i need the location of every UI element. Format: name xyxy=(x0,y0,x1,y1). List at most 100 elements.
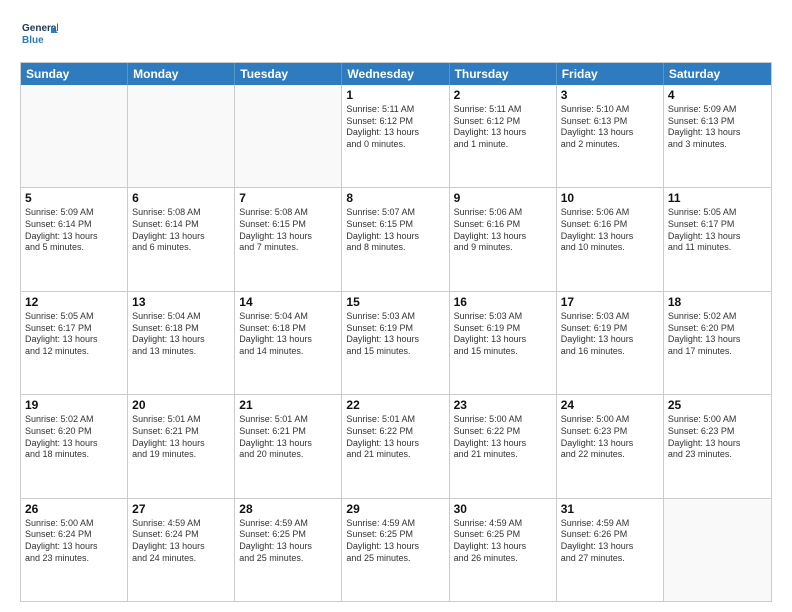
cal-cell: 10 Sunrise: 5:06 AMSunset: 6:16 PMDayligh… xyxy=(557,188,664,290)
cal-cell: 28 Sunrise: 4:59 AMSunset: 6:25 PMDayligh… xyxy=(235,499,342,601)
cal-cell: 9 Sunrise: 5:06 AMSunset: 6:16 PMDaylight… xyxy=(450,188,557,290)
day-number: 16 xyxy=(454,295,552,309)
day-number: 19 xyxy=(25,398,123,412)
calendar-body: 1 Sunrise: 5:11 AMSunset: 6:12 PMDaylight… xyxy=(21,85,771,601)
logo: General Blue xyxy=(20,16,58,54)
cell-info: Sunrise: 5:06 AMSunset: 6:16 PMDaylight:… xyxy=(454,207,552,254)
day-number: 1 xyxy=(346,88,444,102)
cal-header-wednesday: Wednesday xyxy=(342,63,449,85)
day-number: 10 xyxy=(561,191,659,205)
cal-cell: 2 Sunrise: 5:11 AMSunset: 6:12 PMDaylight… xyxy=(450,85,557,187)
cal-cell: 5 Sunrise: 5:09 AMSunset: 6:14 PMDaylight… xyxy=(21,188,128,290)
cell-info: Sunrise: 5:01 AMSunset: 6:22 PMDaylight:… xyxy=(346,414,444,461)
day-number: 6 xyxy=(132,191,230,205)
day-number: 15 xyxy=(346,295,444,309)
cal-cell: 30 Sunrise: 4:59 AMSunset: 6:25 PMDayligh… xyxy=(450,499,557,601)
cal-cell: 24 Sunrise: 5:00 AMSunset: 6:23 PMDayligh… xyxy=(557,395,664,497)
day-number: 18 xyxy=(668,295,767,309)
cal-cell: 23Sunrise: 5:00 AMSunset: 6:22 PMDayligh… xyxy=(450,395,557,497)
cal-header-tuesday: Tuesday xyxy=(235,63,342,85)
cell-info: Sunrise: 5:01 AMSunset: 6:21 PMDaylight:… xyxy=(239,414,337,461)
cell-info: Sunrise: 5:07 AMSunset: 6:15 PMDaylight:… xyxy=(346,207,444,254)
cell-info: Sunrise: 5:00 AMSunset: 6:24 PMDaylight:… xyxy=(25,518,123,565)
calendar-header: SundayMondayTuesdayWednesdayThursdayFrid… xyxy=(21,63,771,85)
cal-cell: 19 Sunrise: 5:02 AMSunset: 6:20 PMDayligh… xyxy=(21,395,128,497)
cell-info: Sunrise: 4:59 AMSunset: 6:24 PMDaylight:… xyxy=(132,518,230,565)
cal-cell xyxy=(128,85,235,187)
day-number: 30 xyxy=(454,502,552,516)
day-number: 5 xyxy=(25,191,123,205)
cell-info: Sunrise: 5:04 AMSunset: 6:18 PMDaylight:… xyxy=(239,311,337,358)
day-number: 4 xyxy=(668,88,767,102)
cal-week-2: 5 Sunrise: 5:09 AMSunset: 6:14 PMDaylight… xyxy=(21,188,771,291)
cell-info: Sunrise: 5:03 AMSunset: 6:19 PMDaylight:… xyxy=(346,311,444,358)
cell-info: Sunrise: 5:06 AMSunset: 6:16 PMDaylight:… xyxy=(561,207,659,254)
day-number: 28 xyxy=(239,502,337,516)
cal-cell: 8 Sunrise: 5:07 AMSunset: 6:15 PMDaylight… xyxy=(342,188,449,290)
day-number: 22 xyxy=(346,398,444,412)
cell-info: Sunrise: 5:01 AMSunset: 6:21 PMDaylight:… xyxy=(132,414,230,461)
cell-info: Sunrise: 5:08 AMSunset: 6:14 PMDaylight:… xyxy=(132,207,230,254)
cal-cell: 27 Sunrise: 4:59 AMSunset: 6:24 PMDayligh… xyxy=(128,499,235,601)
cal-week-4: 19 Sunrise: 5:02 AMSunset: 6:20 PMDayligh… xyxy=(21,395,771,498)
day-number: 24 xyxy=(561,398,659,412)
cal-cell: 15 Sunrise: 5:03 AMSunset: 6:19 PMDayligh… xyxy=(342,292,449,394)
cal-cell: 20Sunrise: 5:01 AMSunset: 6:21 PMDayligh… xyxy=(128,395,235,497)
day-number: 12 xyxy=(25,295,123,309)
cal-cell: 6 Sunrise: 5:08 AMSunset: 6:14 PMDaylight… xyxy=(128,188,235,290)
cell-info: Sunrise: 5:05 AMSunset: 6:17 PMDaylight:… xyxy=(668,207,767,254)
cal-header-friday: Friday xyxy=(557,63,664,85)
day-number: 27 xyxy=(132,502,230,516)
cal-cell: 25 Sunrise: 5:00 AMSunset: 6:23 PMDayligh… xyxy=(664,395,771,497)
cell-info: Sunrise: 5:08 AMSunset: 6:15 PMDaylight:… xyxy=(239,207,337,254)
cell-info: Sunrise: 5:09 AMSunset: 6:13 PMDaylight:… xyxy=(668,104,767,151)
cal-cell: 11Sunrise: 5:05 AMSunset: 6:17 PMDayligh… xyxy=(664,188,771,290)
logo-icon: General Blue xyxy=(20,16,58,54)
page: General Blue SundayMondayTuesdayWednesda… xyxy=(0,0,792,612)
day-number: 9 xyxy=(454,191,552,205)
cal-cell: 26 Sunrise: 5:00 AMSunset: 6:24 PMDayligh… xyxy=(21,499,128,601)
day-number: 8 xyxy=(346,191,444,205)
cal-cell xyxy=(235,85,342,187)
cal-week-1: 1 Sunrise: 5:11 AMSunset: 6:12 PMDaylight… xyxy=(21,85,771,188)
cell-info: Sunrise: 4:59 AMSunset: 6:25 PMDaylight:… xyxy=(346,518,444,565)
cell-info: Sunrise: 5:09 AMSunset: 6:14 PMDaylight:… xyxy=(25,207,123,254)
cell-info: Sunrise: 5:10 AMSunset: 6:13 PMDaylight:… xyxy=(561,104,659,151)
cell-info: Sunrise: 4:59 AMSunset: 6:25 PMDaylight:… xyxy=(454,518,552,565)
day-number: 21 xyxy=(239,398,337,412)
cell-info: Sunrise: 5:00 AMSunset: 6:23 PMDaylight:… xyxy=(561,414,659,461)
day-number: 13 xyxy=(132,295,230,309)
cal-cell: 12Sunrise: 5:05 AMSunset: 6:17 PMDayligh… xyxy=(21,292,128,394)
day-number: 2 xyxy=(454,88,552,102)
day-number: 26 xyxy=(25,502,123,516)
cell-info: Sunrise: 5:02 AMSunset: 6:20 PMDaylight:… xyxy=(668,311,767,358)
cell-info: Sunrise: 5:03 AMSunset: 6:19 PMDaylight:… xyxy=(454,311,552,358)
day-number: 29 xyxy=(346,502,444,516)
cal-cell: 17 Sunrise: 5:03 AMSunset: 6:19 PMDayligh… xyxy=(557,292,664,394)
cal-header-sunday: Sunday xyxy=(21,63,128,85)
cell-info: Sunrise: 5:04 AMSunset: 6:18 PMDaylight:… xyxy=(132,311,230,358)
cal-week-3: 12Sunrise: 5:05 AMSunset: 6:17 PMDayligh… xyxy=(21,292,771,395)
cal-cell xyxy=(21,85,128,187)
cal-cell: 31Sunrise: 4:59 AMSunset: 6:26 PMDayligh… xyxy=(557,499,664,601)
cal-header-saturday: Saturday xyxy=(664,63,771,85)
cell-info: Sunrise: 5:11 AMSunset: 6:12 PMDaylight:… xyxy=(454,104,552,151)
day-number: 14 xyxy=(239,295,337,309)
cal-header-monday: Monday xyxy=(128,63,235,85)
cal-cell: 3 Sunrise: 5:10 AMSunset: 6:13 PMDaylight… xyxy=(557,85,664,187)
cal-cell xyxy=(664,499,771,601)
cal-cell: 22 Sunrise: 5:01 AMSunset: 6:22 PMDayligh… xyxy=(342,395,449,497)
calendar: SundayMondayTuesdayWednesdayThursdayFrid… xyxy=(20,62,772,602)
cell-info: Sunrise: 5:02 AMSunset: 6:20 PMDaylight:… xyxy=(25,414,123,461)
cal-cell: 16 Sunrise: 5:03 AMSunset: 6:19 PMDayligh… xyxy=(450,292,557,394)
cal-header-thursday: Thursday xyxy=(450,63,557,85)
day-number: 25 xyxy=(668,398,767,412)
day-number: 31 xyxy=(561,502,659,516)
cell-info: Sunrise: 5:11 AMSunset: 6:12 PMDaylight:… xyxy=(346,104,444,151)
day-number: 17 xyxy=(561,295,659,309)
cell-info: Sunrise: 5:00 AMSunset: 6:23 PMDaylight:… xyxy=(668,414,767,461)
cell-info: Sunrise: 4:59 AMSunset: 6:25 PMDaylight:… xyxy=(239,518,337,565)
cell-info: Sunrise: 5:03 AMSunset: 6:19 PMDaylight:… xyxy=(561,311,659,358)
day-number: 3 xyxy=(561,88,659,102)
svg-text:Blue: Blue xyxy=(22,35,44,46)
